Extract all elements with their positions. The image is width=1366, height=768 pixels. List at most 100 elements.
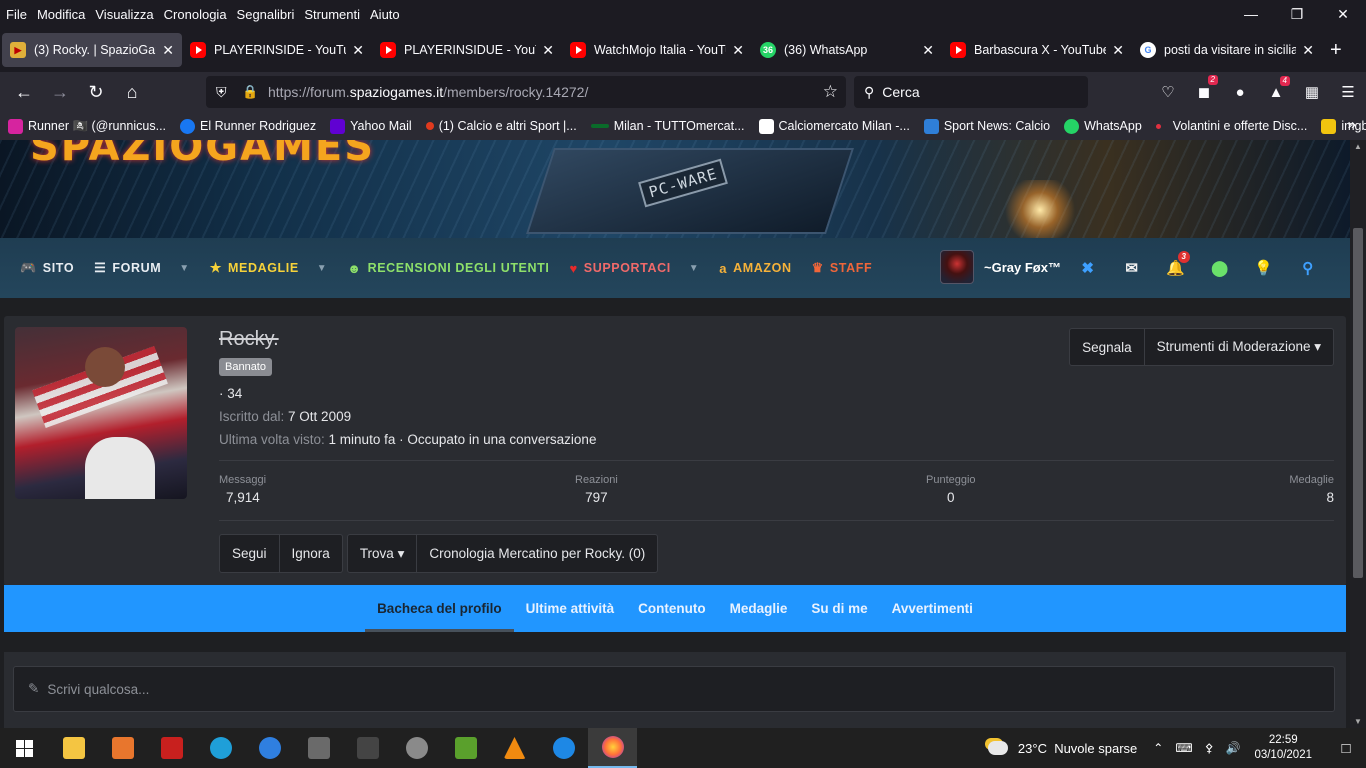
hamburger-menu-icon[interactable]: ☰ — [1330, 83, 1366, 101]
more-bookmarks-icon[interactable]: » — [1348, 116, 1356, 133]
reload-icon[interactable]: ↻ — [78, 82, 114, 103]
bookmark-item[interactable]: WhatsApp — [1064, 118, 1142, 134]
close-tab-icon[interactable]: ✕ — [922, 42, 934, 59]
paint-app-icon[interactable] — [392, 728, 441, 768]
menu-help[interactable]: Aiuto — [365, 7, 405, 22]
close-tab-icon[interactable]: ✕ — [1112, 42, 1124, 59]
moderation-tools-button[interactable]: Strumenti di Moderazione ▾ — [1144, 328, 1334, 366]
restore-icon[interactable]: ❐ — [1274, 0, 1320, 28]
menu-bookmarks[interactable]: Segnalibri — [232, 7, 300, 22]
tools-icon[interactable]: ✖ — [1066, 259, 1110, 277]
supportaci-dropdown-icon[interactable]: ▼ — [689, 263, 700, 274]
bookmark-item[interactable]: Milan - TUTTOmercat... — [590, 119, 745, 133]
report-button[interactable]: Segnala — [1069, 328, 1145, 366]
menu-view[interactable]: Visualizza — [90, 7, 158, 22]
profile-avatar[interactable] — [15, 327, 187, 499]
extension-icon[interactable]: ◼ 2 — [1186, 75, 1222, 101]
file-explorer-icon[interactable] — [49, 728, 98, 768]
bookmark-item[interactable]: Runner 🏴‍☠️ (@runnicus... — [8, 118, 166, 134]
volume-icon[interactable]: 🔊 — [1225, 741, 1240, 755]
menu-edit[interactable]: Modifica — [32, 7, 90, 22]
stat-value[interactable]: 7,914 — [226, 490, 266, 505]
nav-sito[interactable]: 🎮 SITO — [20, 260, 74, 276]
back-icon[interactable]: ← — [6, 82, 42, 103]
menu-file[interactable]: File — [0, 7, 32, 22]
new-tab-icon[interactable]: + — [1330, 39, 1342, 62]
extension-icon[interactable]: ● — [1222, 84, 1258, 101]
close-tab-icon[interactable]: ✕ — [1302, 42, 1314, 59]
tab-content[interactable]: Contenuto — [626, 585, 717, 632]
browser-tab[interactable]: 36 (36) WhatsApp ✕ — [752, 33, 942, 67]
follow-button[interactable]: Segui — [219, 534, 280, 573]
tab-profile-wall[interactable]: Bacheca del profilo — [365, 585, 514, 632]
extension-icon[interactable]: ▲ 4 — [1258, 75, 1294, 101]
forum-dropdown-icon[interactable]: ▼ — [179, 263, 190, 274]
browser-tab[interactable]: G posti da visitare in sicilia ✕ — [1132, 33, 1322, 67]
nav-medaglie[interactable]: ★ MEDAGLIE — [210, 260, 299, 276]
close-tab-icon[interactable]: ✕ — [162, 42, 174, 59]
wifi-icon[interactable]: ⚴ — [1205, 741, 1214, 755]
bookmark-star-icon[interactable]: ☆ — [823, 82, 838, 102]
pocket-icon[interactable]: ♡ — [1150, 83, 1186, 101]
scrollbar-thumb[interactable] — [1353, 228, 1363, 578]
site-banner[interactable]: PC-WARE SPAZIOGAMES — [0, 140, 1350, 238]
find-button[interactable]: Trova ▾ — [346, 534, 418, 573]
close-tab-icon[interactable]: ✕ — [542, 42, 554, 59]
nav-staff[interactable]: ♛ STAFF — [812, 260, 873, 276]
site-logo[interactable]: SPAZIOGAMES — [30, 140, 375, 170]
keyboard-icon[interactable]: ⌨ — [1175, 741, 1192, 755]
lightning-app-icon[interactable] — [245, 728, 294, 768]
envelope-icon[interactable]: ✉ — [1110, 259, 1154, 277]
toggle-icon[interactable]: ⬤ — [1198, 259, 1242, 277]
bookmark-item[interactable]: Yahoo Mail — [330, 118, 412, 134]
stat-value[interactable]: 797 — [575, 490, 618, 505]
close-tab-icon[interactable]: ✕ — [352, 42, 364, 59]
weather-widget[interactable]: 23°C Nuvole sparse — [987, 741, 1137, 756]
bookmark-item[interactable]: El Runner Rodriguez — [180, 118, 316, 134]
browser-tab[interactable]: PLAYERINSIDE - YouTube ✕ — [182, 33, 372, 67]
bookmark-item[interactable]: Sport News: Calcio — [923, 118, 1050, 134]
stat-value[interactable]: 8 — [1289, 490, 1334, 505]
menu-tools[interactable]: Strumenti — [299, 7, 365, 22]
ignore-button[interactable]: Ignora — [279, 534, 343, 573]
bookmark-item[interactable]: (1) Calcio e altri Sport |... — [425, 119, 577, 133]
address-bar[interactable]: ⛨ 🔒 https://forum.spaziogames.it/members… — [206, 76, 846, 108]
browser-tab[interactable]: PLAYERINSIDUE - YouTube ✕ — [372, 33, 562, 67]
url-text[interactable]: https://forum.spaziogames.it/members/roc… — [268, 84, 588, 100]
bookmark-item[interactable]: Volantini e offerte Disc... — [1155, 119, 1307, 133]
market-history-button[interactable]: Cronologia Mercatino per Rocky. (0) — [417, 534, 659, 573]
search-icon[interactable]: ⚲ — [1286, 259, 1330, 277]
close-tab-icon[interactable]: ✕ — [732, 42, 744, 59]
nav-supportaci[interactable]: ♥ SUPPORTACI — [569, 261, 670, 276]
tracking-shield-icon[interactable]: ⛨ — [216, 84, 227, 101]
tab-latest-activity[interactable]: Ultime attività — [514, 585, 627, 632]
avatar[interactable] — [940, 250, 974, 284]
close-icon[interactable]: ✕ — [1320, 0, 1366, 28]
tab-medals[interactable]: Medaglie — [718, 585, 800, 632]
notifications-icon[interactable]: □ — [1326, 740, 1366, 757]
menu-history[interactable]: Cronologia — [159, 7, 232, 22]
firefox-icon[interactable] — [588, 728, 637, 768]
lightbulb-icon[interactable]: 💡 — [1242, 259, 1286, 277]
vlc-icon[interactable] — [490, 728, 539, 768]
browser-tab[interactable]: WatchMojo Italia - YouTube ✕ — [562, 33, 752, 67]
tab-about[interactable]: Su di me — [799, 585, 879, 632]
extension-icon[interactable]: ▦ — [1294, 83, 1330, 101]
gif-app-icon[interactable] — [294, 728, 343, 768]
windows-start-icon[interactable] — [0, 728, 49, 768]
bookmark-item[interactable]: Calciomercato Milan -... — [758, 118, 910, 134]
home-icon[interactable]: ⌂ — [114, 82, 150, 103]
stat-value[interactable]: 0 — [926, 490, 976, 505]
lock-icon[interactable]: 🔒 — [242, 84, 258, 100]
nav-forum[interactable]: ☰ FORUM — [94, 260, 161, 276]
username[interactable]: ~Gray Føx™ — [984, 260, 1061, 275]
search-input[interactable]: ⚲ Cerca — [854, 76, 1088, 108]
nav-recensioni[interactable]: ☻ RECENSIONI DEGLI UTENTI — [347, 261, 549, 276]
nav-amazon[interactable]: a AMAZON — [719, 261, 791, 276]
edge-icon[interactable] — [196, 728, 245, 768]
scroll-down-icon[interactable]: ▼ — [1354, 717, 1362, 726]
browser-tab[interactable]: ▶ (3) Rocky. | SpazioGames ✕ — [2, 33, 182, 67]
bookmark-item[interactable]: imgbox — [1321, 118, 1366, 134]
weather-app-icon[interactable] — [539, 728, 588, 768]
utility-app-icon[interactable] — [343, 728, 392, 768]
